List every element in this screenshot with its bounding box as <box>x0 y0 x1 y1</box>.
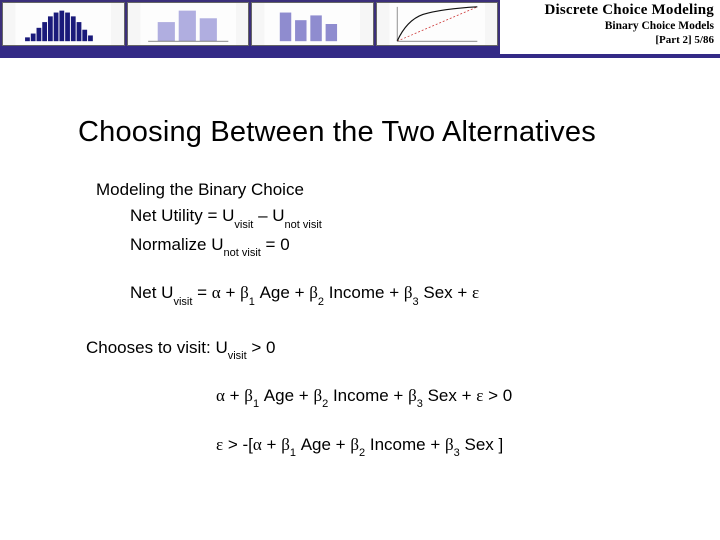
epsilon: ε <box>472 283 479 302</box>
beta: β <box>313 386 322 405</box>
text: > 0 <box>247 338 276 357</box>
grouped-bars-icon <box>128 3 249 45</box>
line-net-utility: Net Utility = Uvisit – Unot visit <box>130 203 684 231</box>
roc-curve-icon <box>377 3 498 45</box>
banner: Discrete Choice Modeling Binary Choice M… <box>0 0 720 58</box>
course-subtitle: Binary Choice Models <box>545 20 715 32</box>
sub-notvisit: not visit <box>285 219 322 231</box>
slide-body: Modeling the Binary Choice Net Utility =… <box>96 177 684 460</box>
text: Sex + <box>419 283 472 302</box>
sub-3: 3 <box>417 398 423 410</box>
line-inequality-1: α + β1 Age + β2 Income + β3 Sex + ε > 0 <box>216 383 684 411</box>
beta: β <box>350 435 359 454</box>
text: Income + <box>365 435 445 454</box>
line-modeling: Modeling the Binary Choice <box>96 177 684 203</box>
banner-thumbnails <box>0 0 500 46</box>
thumb-histogram <box>2 2 125 46</box>
text: > -[ <box>223 435 253 454</box>
alpha: α <box>212 283 221 302</box>
sub-visit: visit <box>173 296 192 308</box>
course-title: Discrete Choice Modeling <box>545 2 715 19</box>
sub-2: 2 <box>318 296 324 308</box>
text: = <box>192 283 211 302</box>
text: + <box>221 283 240 302</box>
beta: β <box>445 435 454 454</box>
slide: Discrete Choice Modeling Binary Choice M… <box>0 0 720 540</box>
sub-visit: visit <box>234 219 253 231</box>
text: Income + <box>328 386 408 405</box>
text: + <box>262 435 281 454</box>
sub-3: 3 <box>454 447 460 459</box>
text: Sex ] <box>460 435 503 454</box>
text: Net Utility = U <box>130 206 234 225</box>
sub-notvisit: not visit <box>224 247 261 259</box>
beta: β <box>404 283 413 302</box>
line-normalize: Normalize Unot visit = 0 <box>130 232 684 260</box>
text: > 0 <box>483 386 512 405</box>
sub-2: 2 <box>359 447 365 459</box>
slide-heading: Choosing Between the Two Alternatives <box>78 116 684 149</box>
sub-1: 1 <box>249 296 255 308</box>
text: Net U <box>130 283 173 302</box>
beta: β <box>408 386 417 405</box>
slide-number: [Part 2] 5/86 <box>545 34 715 46</box>
line-chooses: Chooses to visit: Uvisit > 0 <box>86 335 684 363</box>
text: Chooses to visit: U <box>86 338 228 357</box>
alpha: α <box>253 435 262 454</box>
beta: β <box>281 435 290 454</box>
thumb-bars <box>251 2 374 46</box>
thumb-grouped-bars <box>127 2 250 46</box>
banner-strip <box>0 46 500 54</box>
banner-right: Discrete Choice Modeling Binary Choice M… <box>545 2 715 46</box>
sub-1: 1 <box>253 398 259 410</box>
beta: β <box>240 283 249 302</box>
content: Choosing Between the Two Alternatives Mo… <box>0 116 720 460</box>
text: Sex + <box>423 386 476 405</box>
text: + <box>225 386 244 405</box>
text: Income + <box>324 283 404 302</box>
sub-visit: visit <box>228 350 247 362</box>
text: Age + <box>296 435 350 454</box>
sub-1: 1 <box>290 447 296 459</box>
sub-2: 2 <box>322 398 328 410</box>
alpha: α <box>216 386 225 405</box>
text: – U <box>253 206 284 225</box>
text: Age + <box>259 386 313 405</box>
line-inequality-2: ε > -[α + β1 Age + β2 Income + β3 Sex ] <box>216 432 684 460</box>
thumb-roc <box>376 2 499 46</box>
bars-icon <box>252 3 373 45</box>
text: = 0 <box>261 235 290 254</box>
histogram-icon <box>3 3 124 45</box>
sub-3: 3 <box>413 296 419 308</box>
line-net-uvisit-eq: Net Uvisit = α + β1 Age + β2 Income + β3… <box>130 280 684 308</box>
text: Normalize U <box>130 235 224 254</box>
beta: β <box>309 283 318 302</box>
text: Age + <box>255 283 309 302</box>
beta: β <box>244 386 253 405</box>
